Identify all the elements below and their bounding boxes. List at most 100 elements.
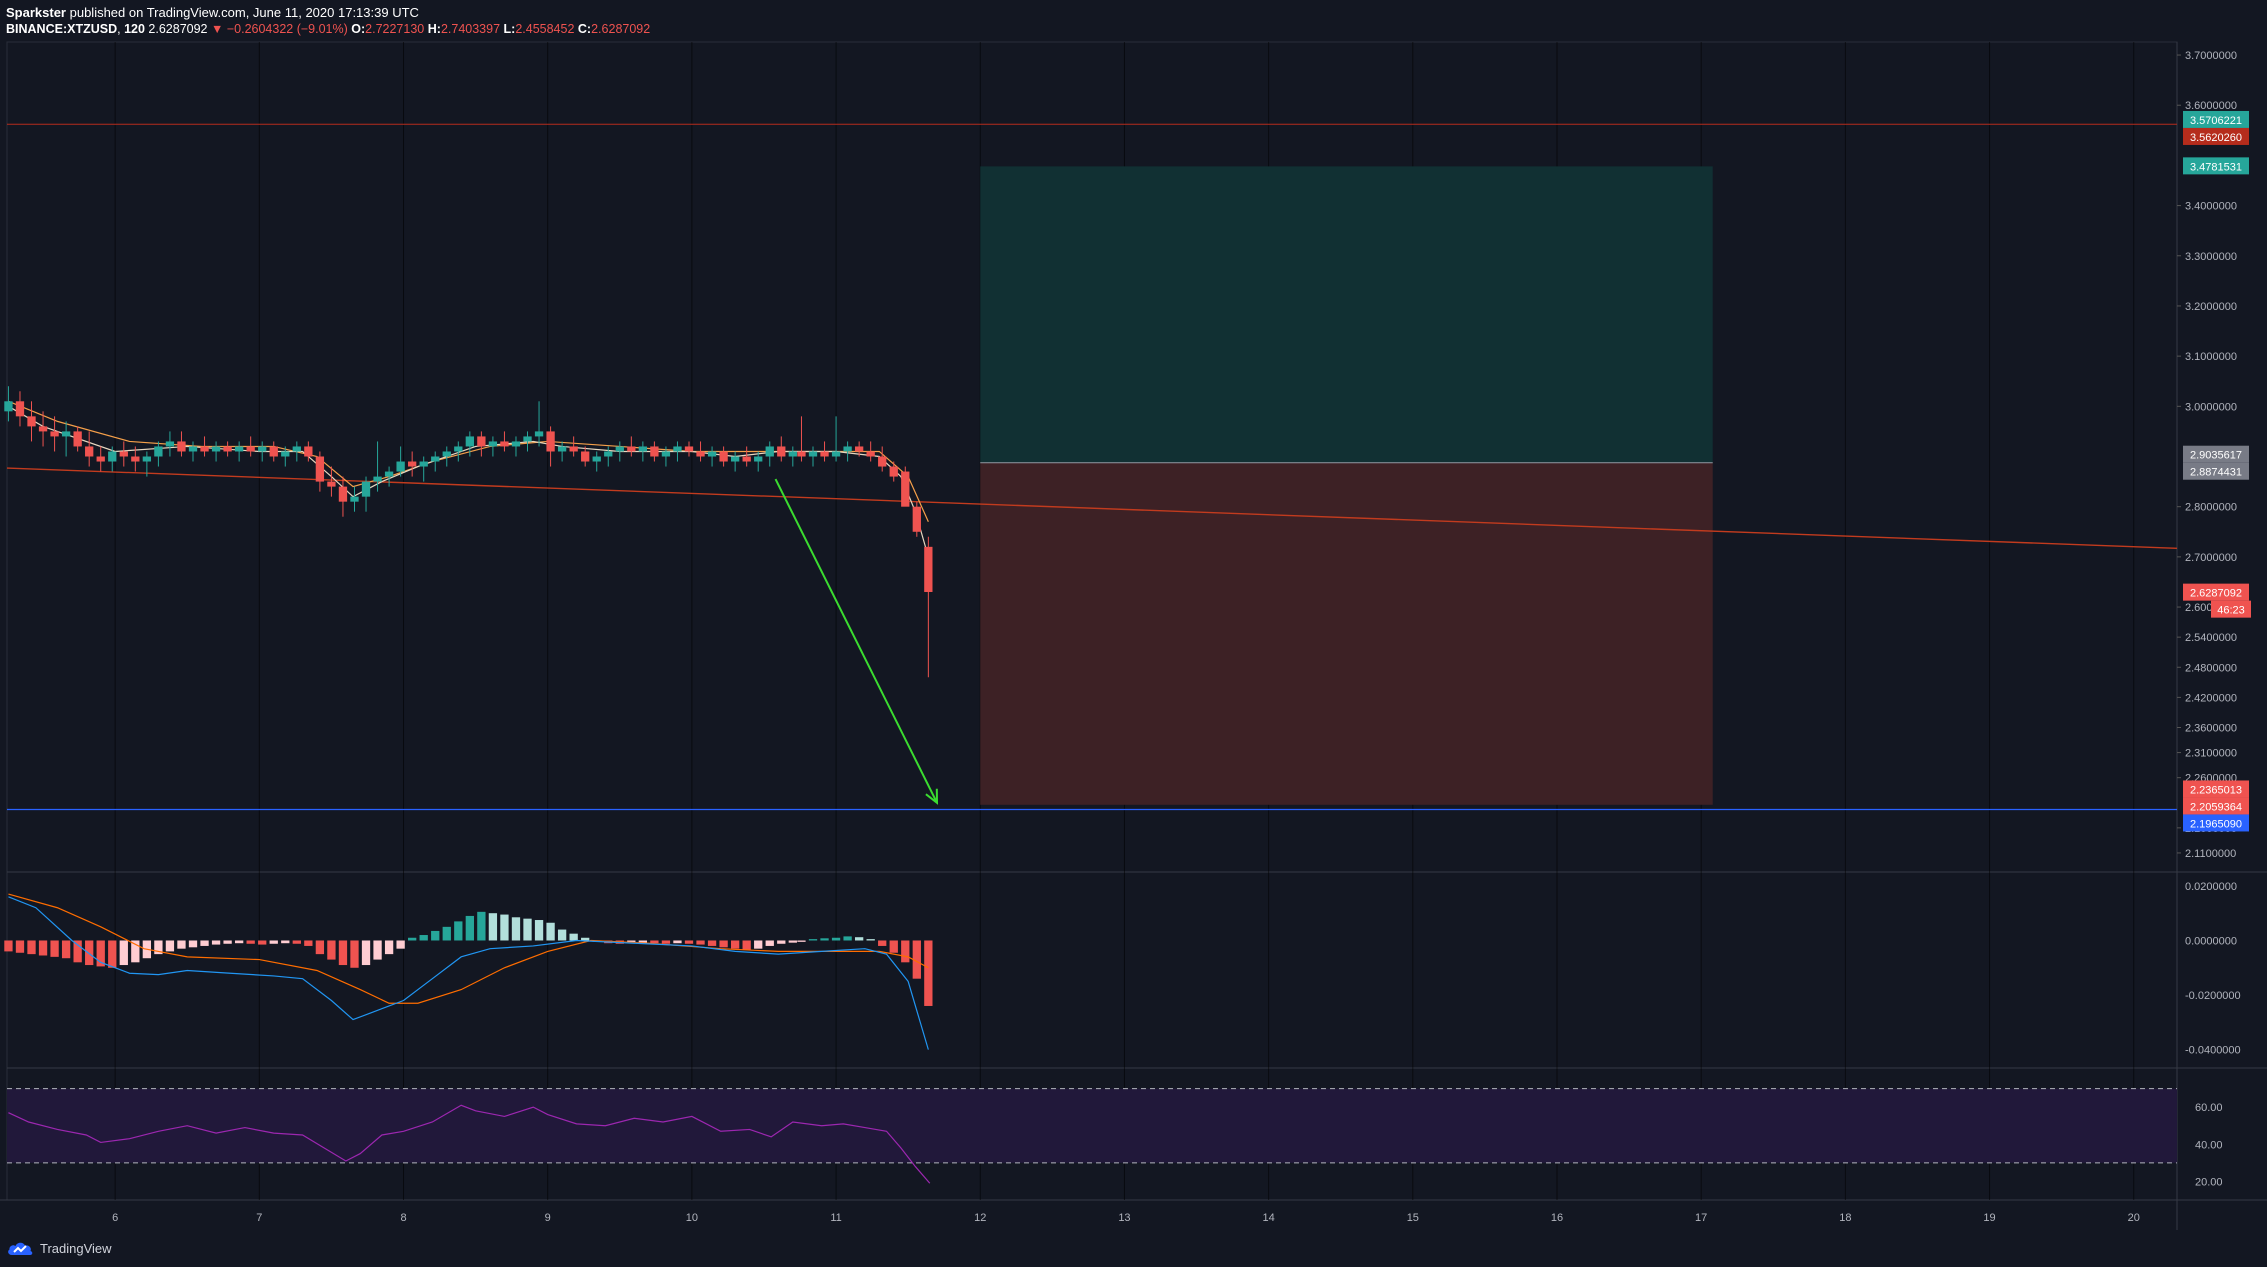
candle-body — [373, 476, 382, 482]
macd-histogram-bar — [246, 940, 255, 944]
macd-histogram-bar — [108, 940, 117, 968]
macd-y-tick-label: 0.0200000 — [2185, 881, 2237, 893]
candle-body — [327, 481, 336, 487]
macd-histogram-bar — [500, 914, 509, 941]
ema-fast-line — [8, 405, 929, 558]
y-tick-label: 3.0000000 — [2185, 401, 2237, 413]
tradingview-brand: TradingView — [40, 1240, 112, 1256]
y-tick-label: 3.6000000 — [2185, 100, 2237, 112]
tradingview-logo[interactable]: TradingView — [6, 1236, 112, 1260]
candle-body — [234, 446, 244, 452]
macd-histogram-bar — [454, 921, 463, 941]
candle-body — [615, 446, 624, 452]
candle-body — [442, 451, 451, 457]
chart-canvas[interactable]: 678910111213141516171819202.11000002.160… — [0, 0, 2267, 1230]
y-tick-label: 2.3100000 — [2185, 748, 2237, 760]
candle-body — [96, 456, 105, 462]
candle-body — [246, 446, 255, 452]
y-tick-label: 2.3600000 — [2185, 722, 2237, 734]
macd-histogram-bar — [200, 940, 209, 946]
candle-body — [200, 446, 209, 452]
stop-loss-zone — [980, 462, 1713, 805]
macd-histogram-bar — [661, 940, 671, 944]
macd-histogram-bar — [165, 940, 175, 952]
candle-body — [581, 451, 590, 462]
candle-body — [465, 436, 474, 447]
candle-body — [707, 451, 717, 457]
candle-body — [85, 446, 94, 457]
candle-body — [627, 446, 636, 452]
candle-body — [361, 481, 371, 497]
y-tick-label: 2.4800000 — [2185, 662, 2237, 674]
macd-histogram-bar — [477, 911, 486, 941]
candle-body — [511, 441, 521, 447]
candle-body — [696, 451, 705, 457]
candle-body — [924, 546, 933, 592]
y-tick-label: 3.2000000 — [2185, 301, 2237, 313]
macd-histogram-bar — [15, 940, 25, 953]
candle-body — [742, 456, 751, 462]
candle-body — [477, 436, 486, 447]
candle-body — [4, 401, 13, 412]
candle-body — [131, 456, 140, 462]
macd-histogram-bar — [696, 940, 705, 945]
rsi-y-tick-label: 20.00 — [2195, 1176, 2223, 1188]
macd-histogram-bar — [396, 940, 405, 949]
macd-histogram-bar — [373, 940, 382, 960]
candle-body — [534, 431, 544, 437]
candle-body — [866, 451, 875, 457]
x-tick-label: 12 — [974, 1212, 986, 1224]
candle-body — [500, 441, 509, 447]
candle-body — [188, 446, 198, 452]
candle-body — [719, 451, 728, 462]
candle-body — [557, 446, 567, 452]
macd-histogram-bar — [304, 940, 313, 946]
macd-histogram-bar — [315, 940, 325, 955]
macd-histogram-bar — [188, 940, 198, 948]
candle-body — [912, 506, 921, 532]
candle-body — [408, 461, 417, 467]
macd-histogram-bar — [523, 918, 532, 941]
macd-histogram-bar — [797, 940, 806, 942]
candle-body — [889, 466, 898, 477]
candle-body — [350, 496, 359, 502]
macd-histogram-bar — [50, 940, 59, 957]
candle-body — [777, 446, 786, 457]
candle-body — [797, 451, 806, 457]
macd-histogram-bar — [258, 940, 267, 945]
macd-histogram-bar — [234, 940, 244, 944]
candle-body — [15, 401, 25, 417]
candle-body — [808, 451, 818, 457]
macd-histogram-bar — [569, 933, 578, 941]
macd-histogram-bar — [707, 940, 717, 946]
macd-histogram-bar — [281, 940, 290, 944]
macd-histogram-bar — [889, 940, 898, 953]
macd-signal-line — [8, 893, 929, 1004]
price-label: 3.5620260 — [2190, 132, 2242, 144]
candle-body — [661, 451, 671, 457]
candle-body — [730, 456, 740, 462]
x-tick-label: 13 — [1118, 1212, 1130, 1224]
price-label: 3.5706221 — [2190, 115, 2242, 127]
macd-histogram-bar — [808, 939, 818, 941]
candle-body — [119, 451, 128, 457]
x-tick-label: 10 — [686, 1212, 698, 1224]
macd-histogram-bar — [384, 940, 394, 955]
macd-histogram-bar — [684, 940, 694, 944]
price-label: 2.1965090 — [2190, 818, 2242, 830]
price-label: 2.2365013 — [2190, 784, 2242, 796]
candle-body — [673, 446, 682, 452]
macd-histogram-bar — [765, 940, 774, 946]
candle-body — [878, 456, 887, 467]
candle-body — [854, 446, 864, 452]
price-label: 2.2059364 — [2190, 801, 2242, 813]
candle-body — [165, 441, 175, 447]
x-tick-label: 17 — [1695, 1212, 1707, 1224]
candle-body — [650, 446, 659, 457]
candle-body — [304, 446, 313, 457]
candle-body — [108, 451, 117, 462]
candle-body — [488, 441, 498, 447]
macd-histogram-bar — [777, 940, 786, 944]
x-tick-label: 16 — [1551, 1212, 1563, 1224]
y-tick-label: 3.4000000 — [2185, 201, 2237, 213]
